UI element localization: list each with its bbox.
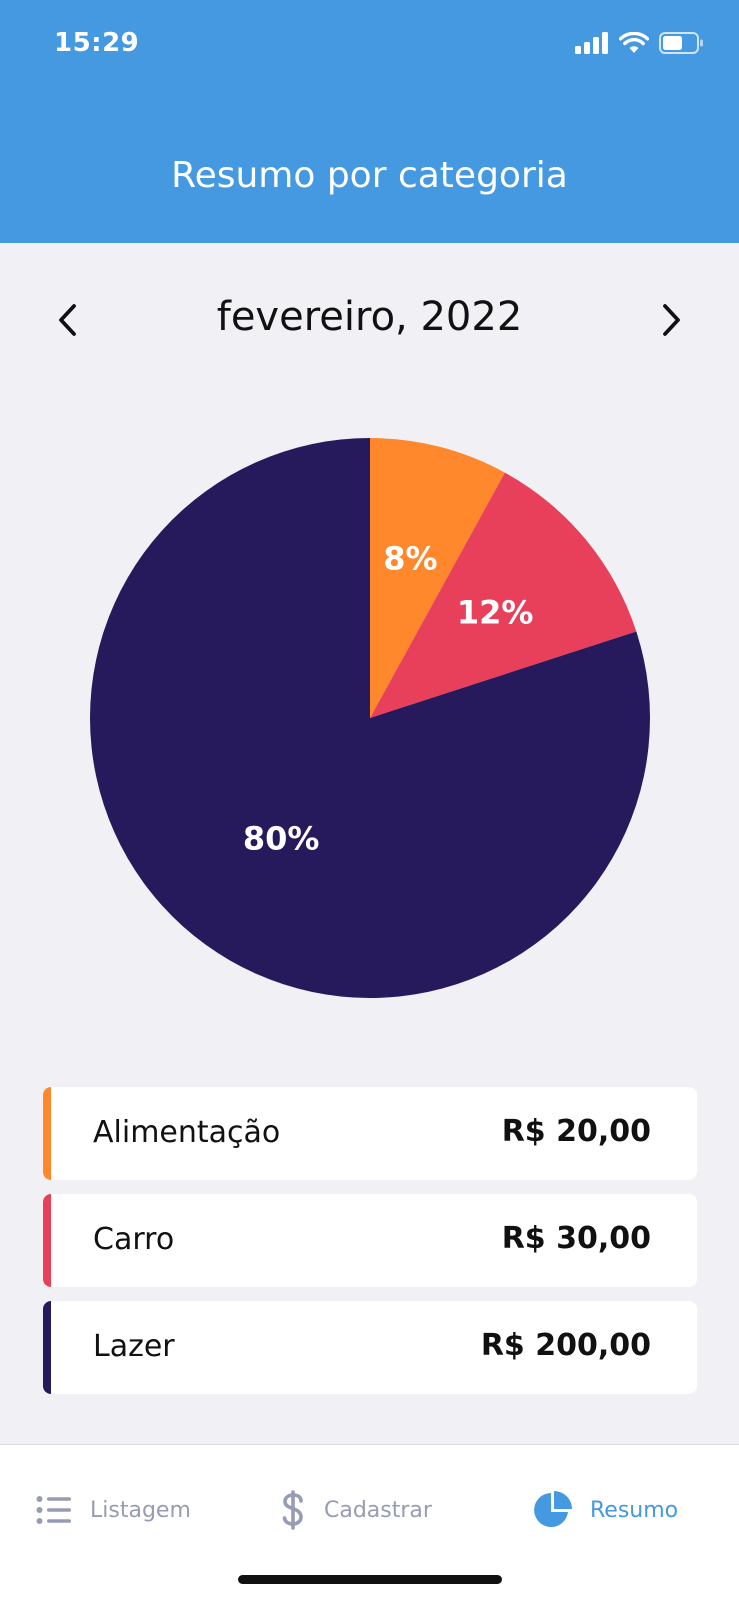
pie-slice-label-2: 80% [243, 819, 320, 857]
category-item[interactable]: Alimentação R$ 20,00 [43, 1087, 697, 1180]
list-icon [36, 1496, 71, 1524]
next-month-button[interactable] [647, 296, 695, 344]
category-color-bar [43, 1194, 51, 1287]
pie-chart-icon [534, 1491, 572, 1527]
pie-chart-svg: 8% 12% 80% [90, 438, 651, 998]
chevron-right-icon [663, 304, 680, 336]
category-name: Alimentação [93, 1115, 281, 1150]
category-color-bar [43, 1301, 51, 1394]
page-title: Resumo por categoria [171, 155, 568, 196]
category-name: Carro [93, 1222, 175, 1257]
battery-icon [659, 32, 703, 54]
category-pie-chart: 8% 12% 80% [89, 437, 651, 999]
tab-listagem[interactable]: Listagem [36, 1485, 191, 1535]
month-selector: fevereiro, 2022 [0, 290, 739, 350]
category-amount: R$ 20,00 [501, 1114, 651, 1149]
category-color-bar [43, 1087, 51, 1180]
category-item[interactable]: Carro R$ 30,00 [43, 1194, 697, 1287]
month-label: fevereiro, 2022 [216, 294, 523, 340]
tab-resumo[interactable]: Resumo [534, 1485, 678, 1535]
status-time: 15:29 [54, 28, 140, 58]
tab-label: Listagem [90, 1497, 191, 1523]
category-list: Alimentação R$ 20,00 Carro R$ 30,00 Laze… [43, 1087, 697, 1408]
pie-slice-label-0: 8% [383, 540, 437, 578]
pie-slice-label-1: 12% [457, 593, 534, 631]
category-item[interactable]: Lazer R$ 200,00 [43, 1301, 697, 1394]
status-icons [575, 32, 705, 54]
tab-cadastrar[interactable]: Cadastrar [280, 1485, 432, 1535]
category-amount: R$ 30,00 [501, 1221, 651, 1256]
signal-icon [575, 32, 608, 54]
home-indicator [238, 1575, 502, 1584]
app-header: 15:29 Resumo por categoria [0, 0, 739, 243]
tab-label: Resumo [590, 1497, 679, 1523]
dollar-icon [282, 1490, 303, 1530]
category-name: Lazer [93, 1329, 175, 1364]
category-amount: R$ 200,00 [480, 1328, 651, 1363]
tab-label: Cadastrar [324, 1497, 432, 1523]
wifi-icon [619, 32, 649, 53]
